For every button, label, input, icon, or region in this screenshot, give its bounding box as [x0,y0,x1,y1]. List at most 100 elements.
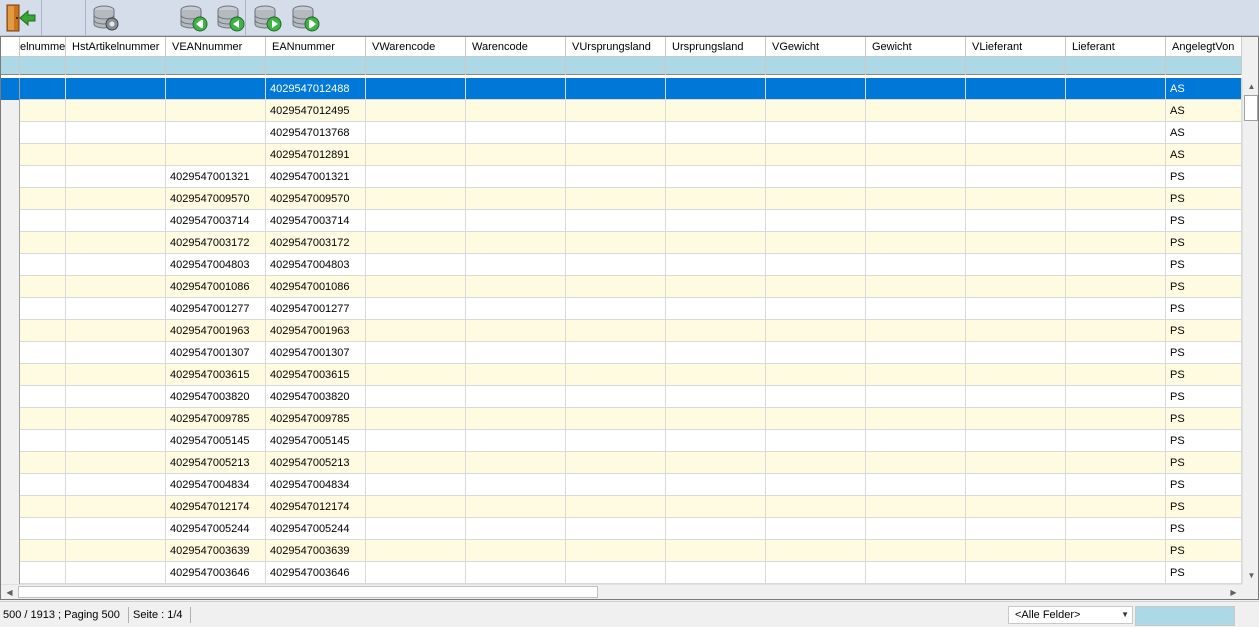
cell-ursprungsland[interactable] [666,188,766,210]
cell-vlieferant[interactable] [966,386,1066,408]
cell-angelegt-von[interactable]: PS [1166,342,1242,364]
cell-ean-nummer[interactable]: 4029547012891 [266,144,366,166]
cell-gewicht[interactable] [866,320,966,342]
cell-lieferant[interactable] [1066,210,1166,232]
cell-angelegt-von[interactable]: PS [1166,232,1242,254]
horizontal-scrollbar[interactable]: ◀ ▶ [1,584,1242,599]
cell-vwarencode[interactable] [366,232,466,254]
cell-ean-nummer[interactable]: 4029547004803 [266,254,366,276]
horizontal-scroll-thumb[interactable] [18,586,598,598]
filter-cell-gewicht[interactable] [866,57,966,75]
cell-vlieferant[interactable] [966,364,1066,386]
column-header-vwarencode[interactable]: VWarencode [366,37,466,57]
cell-art-nr[interactable] [20,298,66,320]
cell-ursprungsland[interactable] [666,562,766,584]
cell-vgewicht[interactable] [766,232,866,254]
cell-vlieferant[interactable] [966,276,1066,298]
cell-lieferant[interactable] [1066,496,1166,518]
cell-lieferant[interactable] [1066,254,1166,276]
cell-vlieferant[interactable] [966,474,1066,496]
cell-vean-nummer[interactable]: 4029547001086 [166,276,266,298]
filter-cell-ursprungsland[interactable] [666,57,766,75]
row-selector[interactable] [1,254,20,276]
cell-vean-nummer[interactable]: 4029547001963 [166,320,266,342]
cell-vursprungsland[interactable] [566,100,666,122]
cell-vlieferant[interactable] [966,430,1066,452]
cell-gewicht[interactable] [866,254,966,276]
cell-vean-nummer[interactable]: 4029547003639 [166,540,266,562]
cell-ursprungsland[interactable] [666,342,766,364]
cell-vwarencode[interactable] [366,474,466,496]
cell-vwarencode[interactable] [366,298,466,320]
cell-warencode[interactable] [466,474,566,496]
cell-ean-nummer[interactable]: 4029547001307 [266,342,366,364]
cell-vlieferant[interactable] [966,210,1066,232]
cell-lieferant[interactable] [1066,320,1166,342]
cell-ean-nummer[interactable]: 4029547001321 [266,166,366,188]
cell-lieferant[interactable] [1066,188,1166,210]
table-row[interactable]: 4029547001277 4029547001277 PS [1,298,1242,320]
cell-hst-artikelnummer[interactable] [66,232,166,254]
row-selector[interactable] [1,430,20,452]
cell-hst-artikelnummer[interactable] [66,562,166,584]
row-selector[interactable] [1,562,20,584]
cell-vean-nummer[interactable]: 4029547003646 [166,562,266,584]
cell-lieferant[interactable] [1066,298,1166,320]
cell-vgewicht[interactable] [766,122,866,144]
column-header-hst-artikelnummer[interactable]: HstArtikelnummer [66,37,166,57]
cell-ursprungsland[interactable] [666,78,766,100]
cell-warencode[interactable] [466,122,566,144]
scroll-down-button[interactable]: ▼ [1243,567,1258,584]
cell-ean-nummer[interactable]: 4029547012495 [266,100,366,122]
cell-lieferant[interactable] [1066,122,1166,144]
cell-gewicht[interactable] [866,210,966,232]
cell-angelegt-von[interactable]: PS [1166,298,1242,320]
cell-vwarencode[interactable] [366,166,466,188]
cell-gewicht[interactable] [866,562,966,584]
cell-ursprungsland[interactable] [666,320,766,342]
cell-vwarencode[interactable] [366,276,466,298]
cell-ursprungsland[interactable] [666,210,766,232]
cell-vlieferant[interactable] [966,496,1066,518]
cell-vgewicht[interactable] [766,276,866,298]
cell-lieferant[interactable] [1066,100,1166,122]
cell-vgewicht[interactable] [766,100,866,122]
cell-hst-artikelnummer[interactable] [66,408,166,430]
cell-vursprungsland[interactable] [566,298,666,320]
cell-warencode[interactable] [466,452,566,474]
row-selector[interactable] [1,100,20,122]
row-selector[interactable] [1,232,20,254]
column-header-ean-nummer[interactable]: EANnummer [266,37,366,57]
filter-cell-vgewicht[interactable] [766,57,866,75]
cell-lieferant[interactable] [1066,430,1166,452]
column-header-lieferant[interactable]: Lieferant [1066,37,1166,57]
first-record-button[interactable] [178,3,210,33]
cell-vwarencode[interactable] [366,386,466,408]
next-record-button[interactable] [252,3,284,33]
cell-vlieferant[interactable] [966,452,1066,474]
cell-art-nr[interactable] [20,474,66,496]
table-row[interactable]: 4029547001963 4029547001963 PS [1,320,1242,342]
cell-vean-nummer[interactable]: 4029547005244 [166,518,266,540]
table-row[interactable]: 4029547003172 4029547003172 PS [1,232,1242,254]
cell-hst-artikelnummer[interactable] [66,166,166,188]
cell-vursprungsland[interactable] [566,188,666,210]
cell-hst-artikelnummer[interactable] [66,496,166,518]
cell-gewicht[interactable] [866,188,966,210]
cell-gewicht[interactable] [866,474,966,496]
cell-vursprungsland[interactable] [566,364,666,386]
cell-ean-nummer[interactable]: 4029547003714 [266,210,366,232]
cell-ursprungsland[interactable] [666,540,766,562]
cell-art-nr[interactable] [20,342,66,364]
cell-angelegt-von[interactable]: PS [1166,210,1242,232]
cell-vursprungsland[interactable] [566,254,666,276]
cell-vlieferant[interactable] [966,122,1066,144]
cell-vwarencode[interactable] [366,78,466,100]
cell-warencode[interactable] [466,166,566,188]
table-row[interactable]: 4029547009785 4029547009785 PS [1,408,1242,430]
column-header-vean-nummer[interactable]: VEANnummer [166,37,266,57]
cell-gewicht[interactable] [866,364,966,386]
cell-vursprungsland[interactable] [566,166,666,188]
cell-art-nr[interactable] [20,122,66,144]
cell-lieferant[interactable] [1066,166,1166,188]
